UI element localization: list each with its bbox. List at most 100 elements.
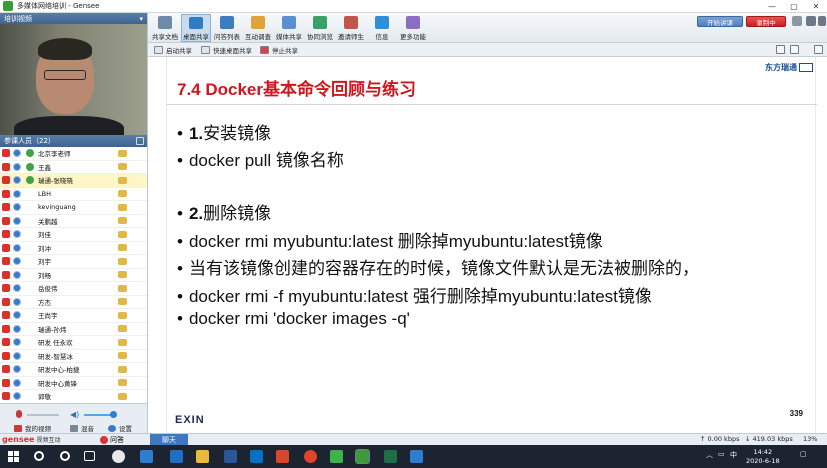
speaker-volume-knob[interactable] bbox=[110, 411, 117, 418]
fullscreen-icon[interactable] bbox=[814, 45, 823, 54]
camera-status-icon[interactable] bbox=[13, 324, 21, 333]
mic-status-icon[interactable] bbox=[2, 270, 10, 279]
record-button[interactable]: 录制中 bbox=[746, 16, 786, 27]
mic-status-icon[interactable] bbox=[2, 257, 10, 266]
toolbar-button[interactable]: 互动调查 bbox=[243, 14, 273, 42]
gear-icon[interactable] bbox=[818, 16, 826, 26]
camera-status-icon[interactable] bbox=[13, 351, 21, 360]
gensee-taskbar-icon[interactable] bbox=[355, 449, 370, 464]
participant-list[interactable]: 北京李老师 王鑫 瑞通-张晓晓 LBH kevinguang 关鹏越 刘佳 刘冲 刘宇 刘畅 岳俊伟… bbox=[0, 147, 147, 403]
toolbar-button[interactable]: 更多功能 bbox=[398, 14, 428, 42]
mic-status-icon[interactable] bbox=[2, 189, 10, 198]
participant-row[interactable]: 刘冲 bbox=[0, 242, 147, 255]
camera-status-icon[interactable] bbox=[13, 338, 21, 347]
mic-status-icon[interactable] bbox=[2, 351, 10, 360]
mic-status-icon[interactable] bbox=[2, 216, 10, 225]
camera-status-icon[interactable] bbox=[13, 162, 21, 171]
participant-row[interactable]: 岳俊伟 bbox=[0, 282, 147, 296]
participant-row[interactable]: 研发-智慧冰 bbox=[0, 350, 147, 363]
camera-status-icon[interactable] bbox=[13, 270, 21, 279]
participant-row[interactable]: LBH bbox=[0, 188, 147, 201]
mic-status-icon[interactable] bbox=[2, 338, 10, 347]
speaker-icon[interactable]: ◀) bbox=[70, 410, 79, 419]
toolbar-button[interactable]: 共享文档 bbox=[150, 14, 180, 42]
cortana-icon[interactable] bbox=[60, 451, 70, 461]
camera-status-icon[interactable] bbox=[13, 243, 21, 252]
camera-status-icon[interactable] bbox=[13, 216, 21, 225]
participant-row[interactable]: 刘宇 bbox=[0, 255, 147, 269]
ie-icon[interactable] bbox=[170, 450, 183, 463]
participant-row[interactable]: 王尚宇 bbox=[0, 309, 147, 323]
toolbar-button[interactable]: 邀请师生 bbox=[336, 14, 366, 42]
minimize-button[interactable]: — bbox=[761, 0, 783, 13]
folder-icon[interactable] bbox=[196, 450, 209, 463]
mic-volume-slider[interactable] bbox=[27, 414, 59, 416]
fit-screen-icon[interactable] bbox=[776, 45, 785, 54]
settings-button[interactable]: 设置 bbox=[108, 423, 132, 433]
camera-status-icon[interactable] bbox=[13, 176, 21, 185]
camera-status-icon[interactable] bbox=[13, 365, 21, 374]
camera-status-icon[interactable] bbox=[13, 284, 21, 293]
task-view-icon[interactable] bbox=[84, 451, 95, 461]
start-lecture-button[interactable]: 开始讲课 bbox=[697, 16, 743, 27]
mix-button[interactable]: 混音 bbox=[70, 423, 94, 433]
chrome-icon[interactable] bbox=[304, 450, 317, 463]
toolbar-button[interactable]: 信息 bbox=[367, 14, 397, 42]
grid-view-icon[interactable] bbox=[790, 45, 799, 54]
mic-status-icon[interactable] bbox=[2, 392, 10, 401]
participant-row[interactable]: 瑞通-孙炜 bbox=[0, 323, 147, 336]
camera-status-icon[interactable] bbox=[13, 392, 21, 401]
mic-status-icon[interactable] bbox=[2, 311, 10, 320]
start-share-button[interactable]: 启动共享 bbox=[154, 45, 192, 55]
settings-app-icon[interactable] bbox=[112, 450, 125, 463]
mic-status-icon[interactable] bbox=[2, 297, 10, 306]
taskbar-clock[interactable]: 14:42 2020-6-18 bbox=[746, 448, 780, 466]
stop-share-button[interactable]: 停止共享 bbox=[260, 45, 298, 55]
camera-status-icon[interactable] bbox=[13, 297, 21, 306]
camera-status-icon[interactable] bbox=[13, 257, 21, 266]
search-icon[interactable] bbox=[34, 451, 44, 461]
mic-status-icon[interactable] bbox=[2, 378, 10, 387]
mic-status-icon[interactable] bbox=[2, 149, 10, 158]
tray-chevron-icon[interactable]: ︿ bbox=[706, 450, 713, 460]
network-icon[interactable]: ▭ bbox=[718, 450, 725, 458]
outlook-icon[interactable] bbox=[250, 450, 263, 463]
camera-status-icon[interactable] bbox=[13, 189, 21, 198]
participant-row[interactable]: 研发 任永欢 bbox=[0, 336, 147, 350]
wechat-icon[interactable] bbox=[330, 450, 343, 463]
app-icon-red[interactable] bbox=[276, 450, 289, 463]
camera-status-icon[interactable] bbox=[13, 230, 21, 239]
mic-status-icon[interactable] bbox=[2, 284, 10, 293]
toolbar-button[interactable]: 桌面共享 bbox=[181, 14, 211, 42]
ime-indicator[interactable]: 中 bbox=[730, 450, 737, 460]
toolbar-button[interactable]: 媒体共享 bbox=[274, 14, 304, 42]
toolbar-button[interactable]: 问答列表 bbox=[212, 14, 242, 42]
mic-status-icon[interactable] bbox=[2, 243, 10, 252]
my-video-button[interactable]: 我的视频 bbox=[14, 423, 51, 433]
participants-menu-icon[interactable] bbox=[136, 137, 144, 145]
microphone-icon[interactable] bbox=[16, 410, 22, 418]
mic-status-icon[interactable] bbox=[2, 176, 10, 185]
close-button[interactable]: ✕ bbox=[805, 0, 827, 13]
quick-desktop-share-button[interactable]: 快速桌面共享 bbox=[201, 45, 252, 55]
edge-icon[interactable] bbox=[140, 450, 153, 463]
participant-row[interactable]: 瑞通-张晓晓 bbox=[0, 174, 147, 188]
browser-icon[interactable] bbox=[410, 450, 423, 463]
participant-row[interactable]: 方杰 bbox=[0, 296, 147, 309]
participant-row[interactable]: 王鑫 bbox=[0, 161, 147, 174]
participant-row[interactable]: 关鹏越 bbox=[0, 215, 147, 228]
maximize-button[interactable]: ▢ bbox=[783, 0, 805, 13]
camera-status-icon[interactable] bbox=[13, 149, 21, 158]
layout-icon[interactable] bbox=[806, 16, 816, 26]
participant-row[interactable]: 刘畅 bbox=[0, 269, 147, 282]
mic-status-icon[interactable] bbox=[2, 365, 10, 374]
camera-status-icon[interactable] bbox=[13, 203, 21, 212]
mic-status-icon[interactable] bbox=[2, 162, 10, 171]
collapse-icon[interactable]: ▾ bbox=[139, 15, 143, 23]
excel-icon[interactable] bbox=[384, 450, 397, 463]
mic-status-icon[interactable] bbox=[2, 324, 10, 333]
participant-row[interactable]: 郭敬 bbox=[0, 390, 147, 403]
participant-row[interactable]: kevinguang bbox=[0, 201, 147, 215]
camera-status-icon[interactable] bbox=[13, 378, 21, 387]
participant-row[interactable]: 研发中心黄锋 bbox=[0, 377, 147, 390]
